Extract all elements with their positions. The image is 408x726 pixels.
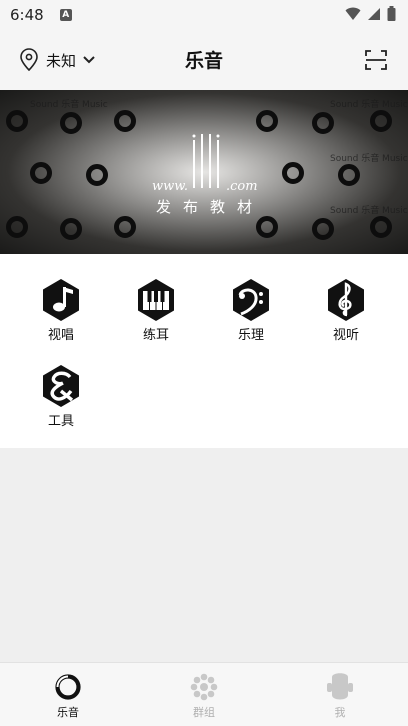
treble-clef-icon [328, 279, 364, 321]
signal-icon [368, 7, 380, 20]
wifi-icon [345, 7, 361, 20]
tab-groups[interactable]: 群组 [164, 673, 244, 720]
watermark-text: Sound 乐音 Music [330, 100, 408, 110]
music-note-icon [43, 279, 79, 321]
grid-item-label: 工具 [47, 414, 74, 429]
ampersand-tool-icon [43, 365, 79, 407]
tab-me[interactable]: 我 [300, 673, 380, 720]
tab-home[interactable]: 乐音 [28, 673, 108, 720]
notification-icon: A [59, 9, 72, 21]
grid-item-sight-singing[interactable]: 视唱 [21, 278, 101, 343]
scan-icon[interactable] [364, 48, 388, 72]
tab-label: 乐音 [57, 706, 79, 719]
grid-item-label: 乐理 [237, 328, 264, 343]
grid-item-music-theory[interactable]: 乐理 [211, 278, 291, 343]
status-time: 6:48 [10, 6, 44, 24]
tab-label: 群组 [193, 706, 215, 719]
grid-item-ear-training[interactable]: 练耳 [116, 278, 196, 343]
piano-keys-icon [138, 279, 174, 321]
banner-url-text: www. [152, 179, 188, 194]
groups-icon [190, 673, 218, 701]
bass-clef-icon [233, 279, 269, 321]
grid-item-tools[interactable]: 工具 [21, 364, 101, 429]
grid-item-label: 视唱 [47, 328, 74, 343]
status-bar: 6:48 A [0, 0, 408, 30]
watermark-text: Sound 乐音 Music [330, 154, 408, 164]
grid-item-label: 练耳 [142, 328, 169, 343]
page-title: 乐音 [184, 50, 223, 72]
watermark-text: Sound 乐音 Music [30, 100, 108, 110]
battery-icon [387, 6, 396, 21]
bottom-nav: 乐音 群组 我 [0, 662, 408, 726]
tab-label: 我 [334, 706, 346, 719]
banner-image[interactable]: Sound 乐音 Music Sound 乐音 Music Sound 乐音 M… [0, 90, 408, 254]
function-grid: 视唱 练耳 乐理 视听 工具 [0, 254, 408, 448]
app-header: 未知 乐音 [0, 30, 408, 90]
banner-url-suffix: .com [226, 179, 258, 194]
banner-caption: 发布教材 [155, 198, 264, 216]
banner-logo: www. .com [152, 134, 258, 194]
home-ring-icon [55, 674, 81, 700]
grid-item-audiovisual[interactable]: 视听 [306, 278, 386, 343]
profile-icon [327, 673, 353, 700]
grid-item-label: 视听 [332, 328, 359, 343]
